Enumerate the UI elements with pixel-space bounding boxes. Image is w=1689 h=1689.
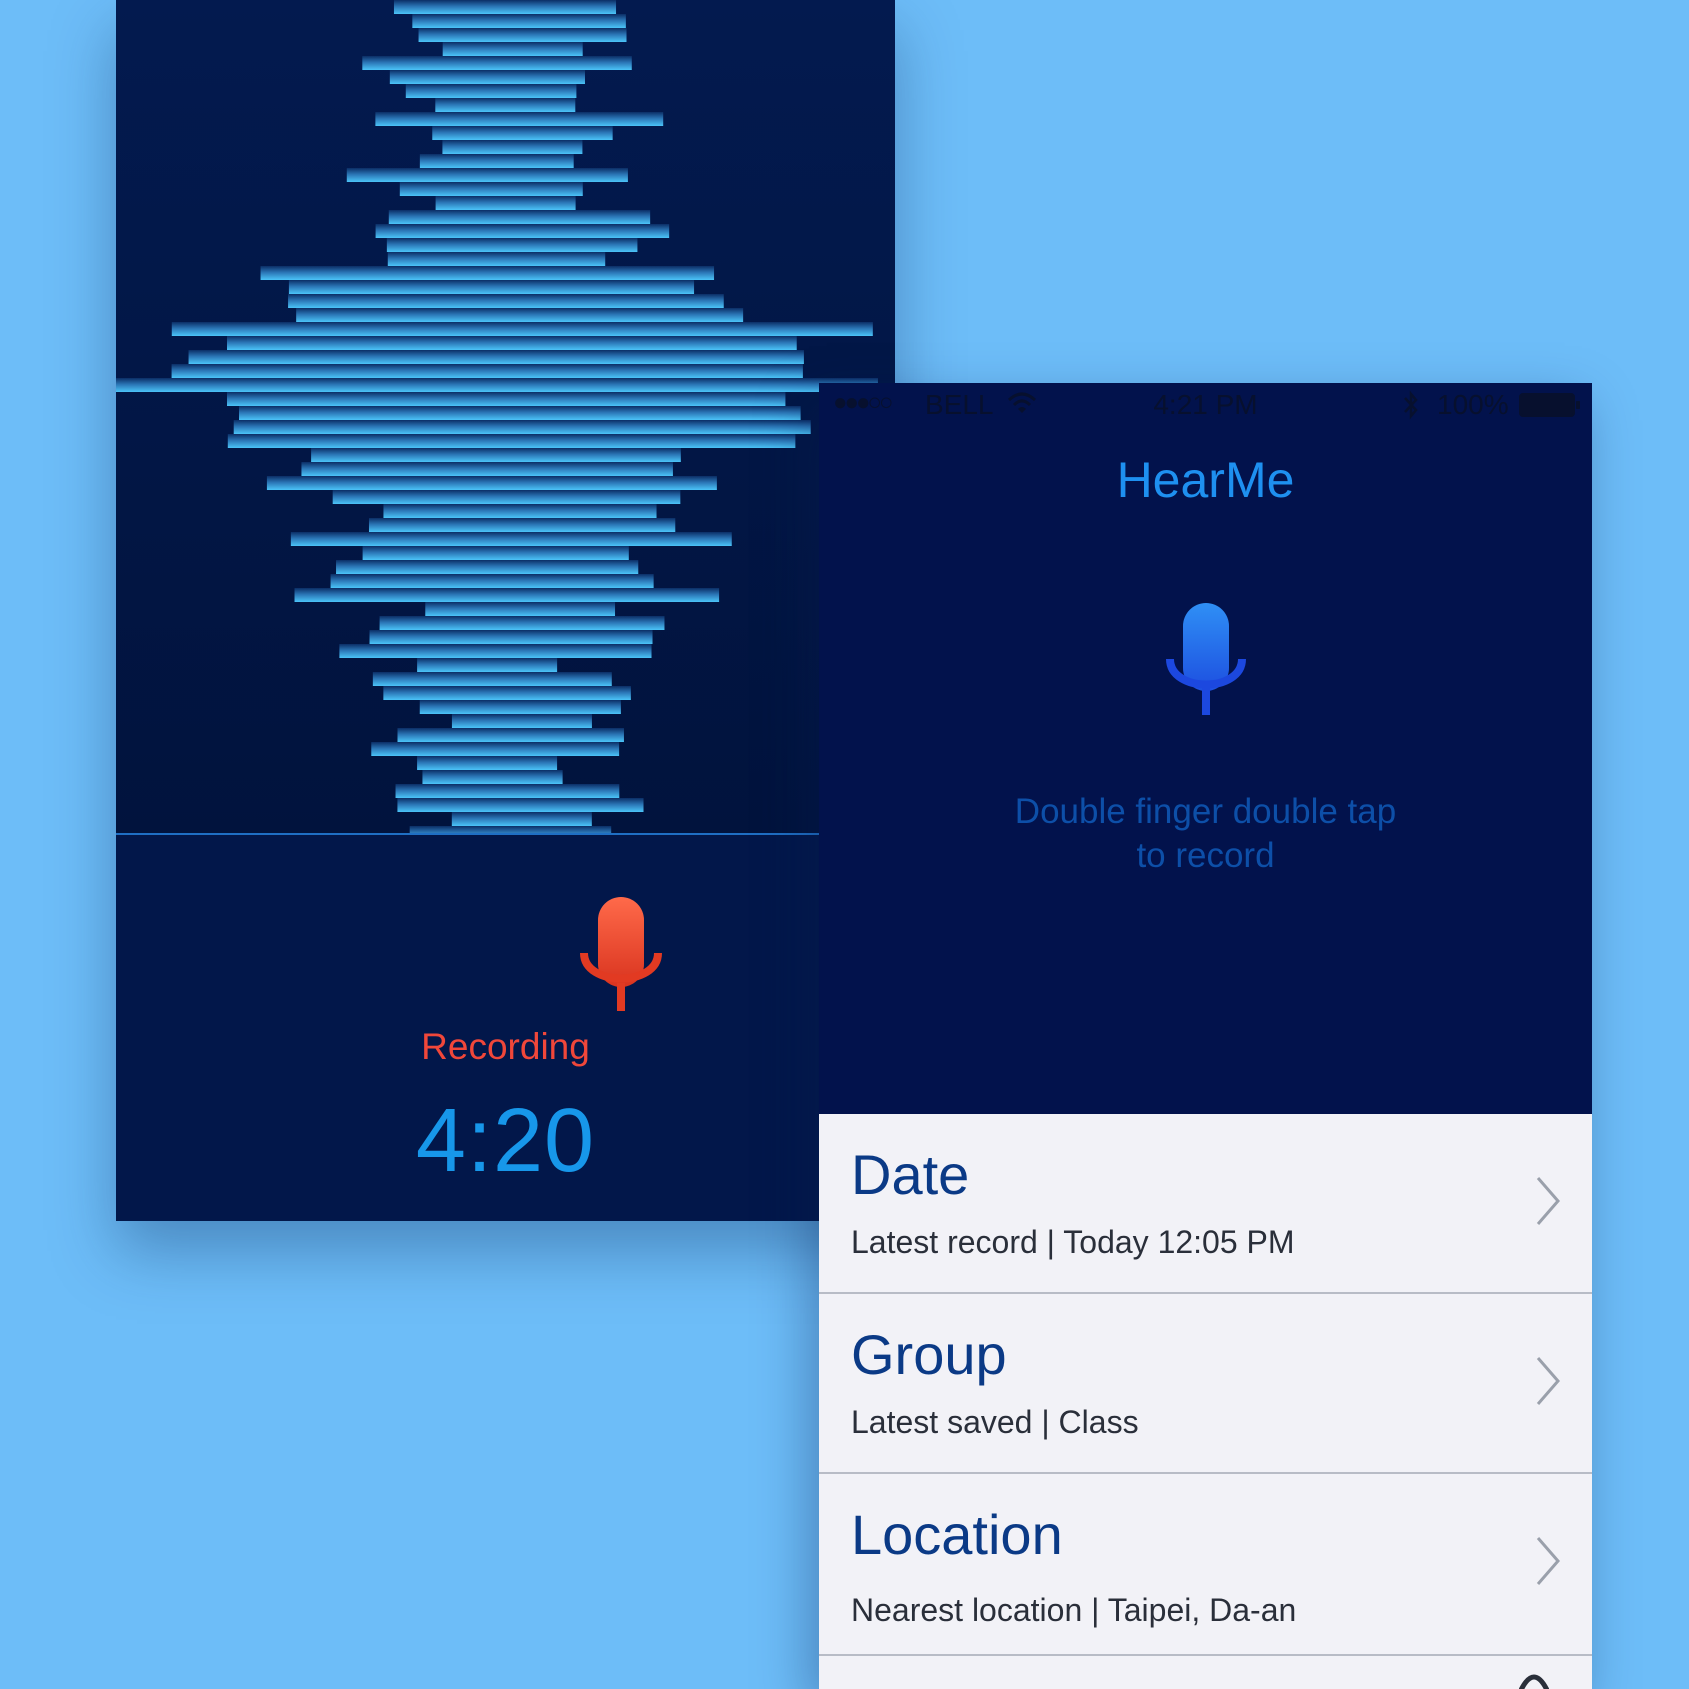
hint-line-2: to record	[1136, 836, 1275, 875]
list-item-title: Location	[851, 1503, 1063, 1566]
waveform-bar	[290, 532, 732, 546]
recording-screen: Recording 4:20	[116, 0, 895, 1221]
bluetooth-icon	[1404, 390, 1418, 420]
waveform-bar	[419, 154, 574, 168]
waveform-bar	[397, 798, 644, 812]
waveform-bar	[387, 252, 606, 266]
list-item-location[interactable]: Location Nearest location | Taipei, Da-a…	[819, 1474, 1592, 1656]
waveform-bar	[239, 406, 801, 420]
list-item-date[interactable]: Date Latest record | Today 12:05 PM	[819, 1114, 1592, 1294]
chevron-right-icon	[1536, 1177, 1560, 1225]
waveform-bar	[171, 364, 803, 378]
list-item-title: Group	[851, 1323, 1007, 1386]
recording-timer: 4:20	[415, 1091, 596, 1191]
waveform-bar	[368, 518, 676, 532]
recording-status-label: Recording	[421, 1026, 590, 1067]
list-item-subtitle: Latest saved | Class	[851, 1404, 1139, 1440]
waveform-bar	[288, 280, 695, 294]
waveform-bar	[442, 140, 583, 154]
waveform-bar	[412, 14, 626, 28]
waveform-visualizer	[116, 0, 895, 834]
waveform-bar	[432, 126, 613, 140]
waveform-bar	[362, 546, 629, 560]
waveform-bar	[294, 588, 720, 602]
waveform-bar	[311, 448, 681, 462]
waveform-bar	[233, 420, 811, 434]
category-list: Date Latest record | Today 12:05 PM Grou…	[819, 1114, 1592, 1689]
waveform-bar	[389, 70, 585, 84]
waveform-bar	[422, 770, 563, 784]
list-item-group[interactable]: Group Latest saved | Class	[819, 1294, 1592, 1474]
waveform-bar	[435, 98, 576, 112]
microphone-icon[interactable]	[578, 895, 664, 1015]
list-item-title: Date	[851, 1143, 970, 1206]
waveform-bar	[419, 700, 621, 714]
waveform-bar	[339, 644, 652, 658]
waveform-bar	[383, 504, 657, 518]
waveform-bar	[227, 336, 797, 350]
chevron-right-icon	[1536, 1357, 1560, 1405]
waveform-bar	[288, 294, 724, 308]
app-title: HearMe	[1116, 452, 1295, 508]
waveform-bar	[393, 0, 617, 14]
waveform-bar	[451, 812, 592, 826]
waveform-bar	[116, 378, 878, 392]
status-bar: ●●●○○ BELL 4:21 PM 100%	[819, 383, 1592, 427]
waveform-bar	[260, 266, 715, 280]
waveform-bar	[301, 462, 673, 476]
list-item-subtitle: Nearest location | Taipei, Da-an	[851, 1592, 1297, 1628]
waveform-bar	[362, 56, 632, 70]
waveform-bar	[399, 182, 583, 196]
home-screen: ●●●○○ BELL 4:21 PM 100% HearMe Double fi…	[819, 383, 1592, 1689]
waveform-bar	[397, 728, 624, 742]
battery-icon	[1519, 393, 1580, 417]
waveform-bar	[372, 672, 612, 686]
battery-percentage: 100%	[1437, 389, 1509, 420]
waveform-bar	[442, 42, 583, 56]
chevron-right-icon	[1536, 1537, 1560, 1585]
waveform-bar	[332, 490, 681, 504]
waveform-bar	[226, 392, 786, 406]
waveform-bar	[388, 210, 651, 224]
waveform-bar	[375, 224, 670, 238]
record-gesture-hint: Double finger double tap to record	[969, 790, 1442, 878]
waveform-bar	[375, 112, 664, 126]
waveform-bar	[371, 742, 620, 756]
waveform-bar	[171, 322, 873, 336]
waveform-bar	[425, 602, 616, 616]
waveform-bar	[266, 476, 717, 490]
waveform-graphic	[116, 0, 878, 834]
waveform-bar	[451, 714, 592, 728]
waveform-bar	[369, 630, 653, 644]
partial-item-icon	[1519, 1674, 1549, 1689]
waveform-bar	[405, 84, 577, 98]
waveform-bar	[386, 238, 638, 252]
waveform-bar	[188, 350, 804, 364]
waveform-bar	[346, 168, 628, 182]
waveform-bar	[227, 434, 796, 448]
waveform-bar	[418, 28, 627, 42]
waveform-bar	[296, 308, 744, 322]
waveform-baseline	[116, 833, 895, 835]
waveform-bar	[379, 616, 665, 630]
waveform-bar	[336, 560, 639, 574]
waveform-bar	[417, 658, 558, 672]
list-item-subtitle: Latest record | Today 12:05 PM	[851, 1224, 1295, 1260]
hint-line-1: Double finger double tap	[1014, 792, 1397, 831]
microphone-icon[interactable]	[1166, 601, 1246, 717]
waveform-bar	[395, 784, 620, 798]
waveform-bar	[383, 686, 631, 700]
waveform-bar	[435, 196, 576, 210]
waveform-bar	[417, 756, 558, 770]
waveform-bar	[330, 574, 654, 588]
